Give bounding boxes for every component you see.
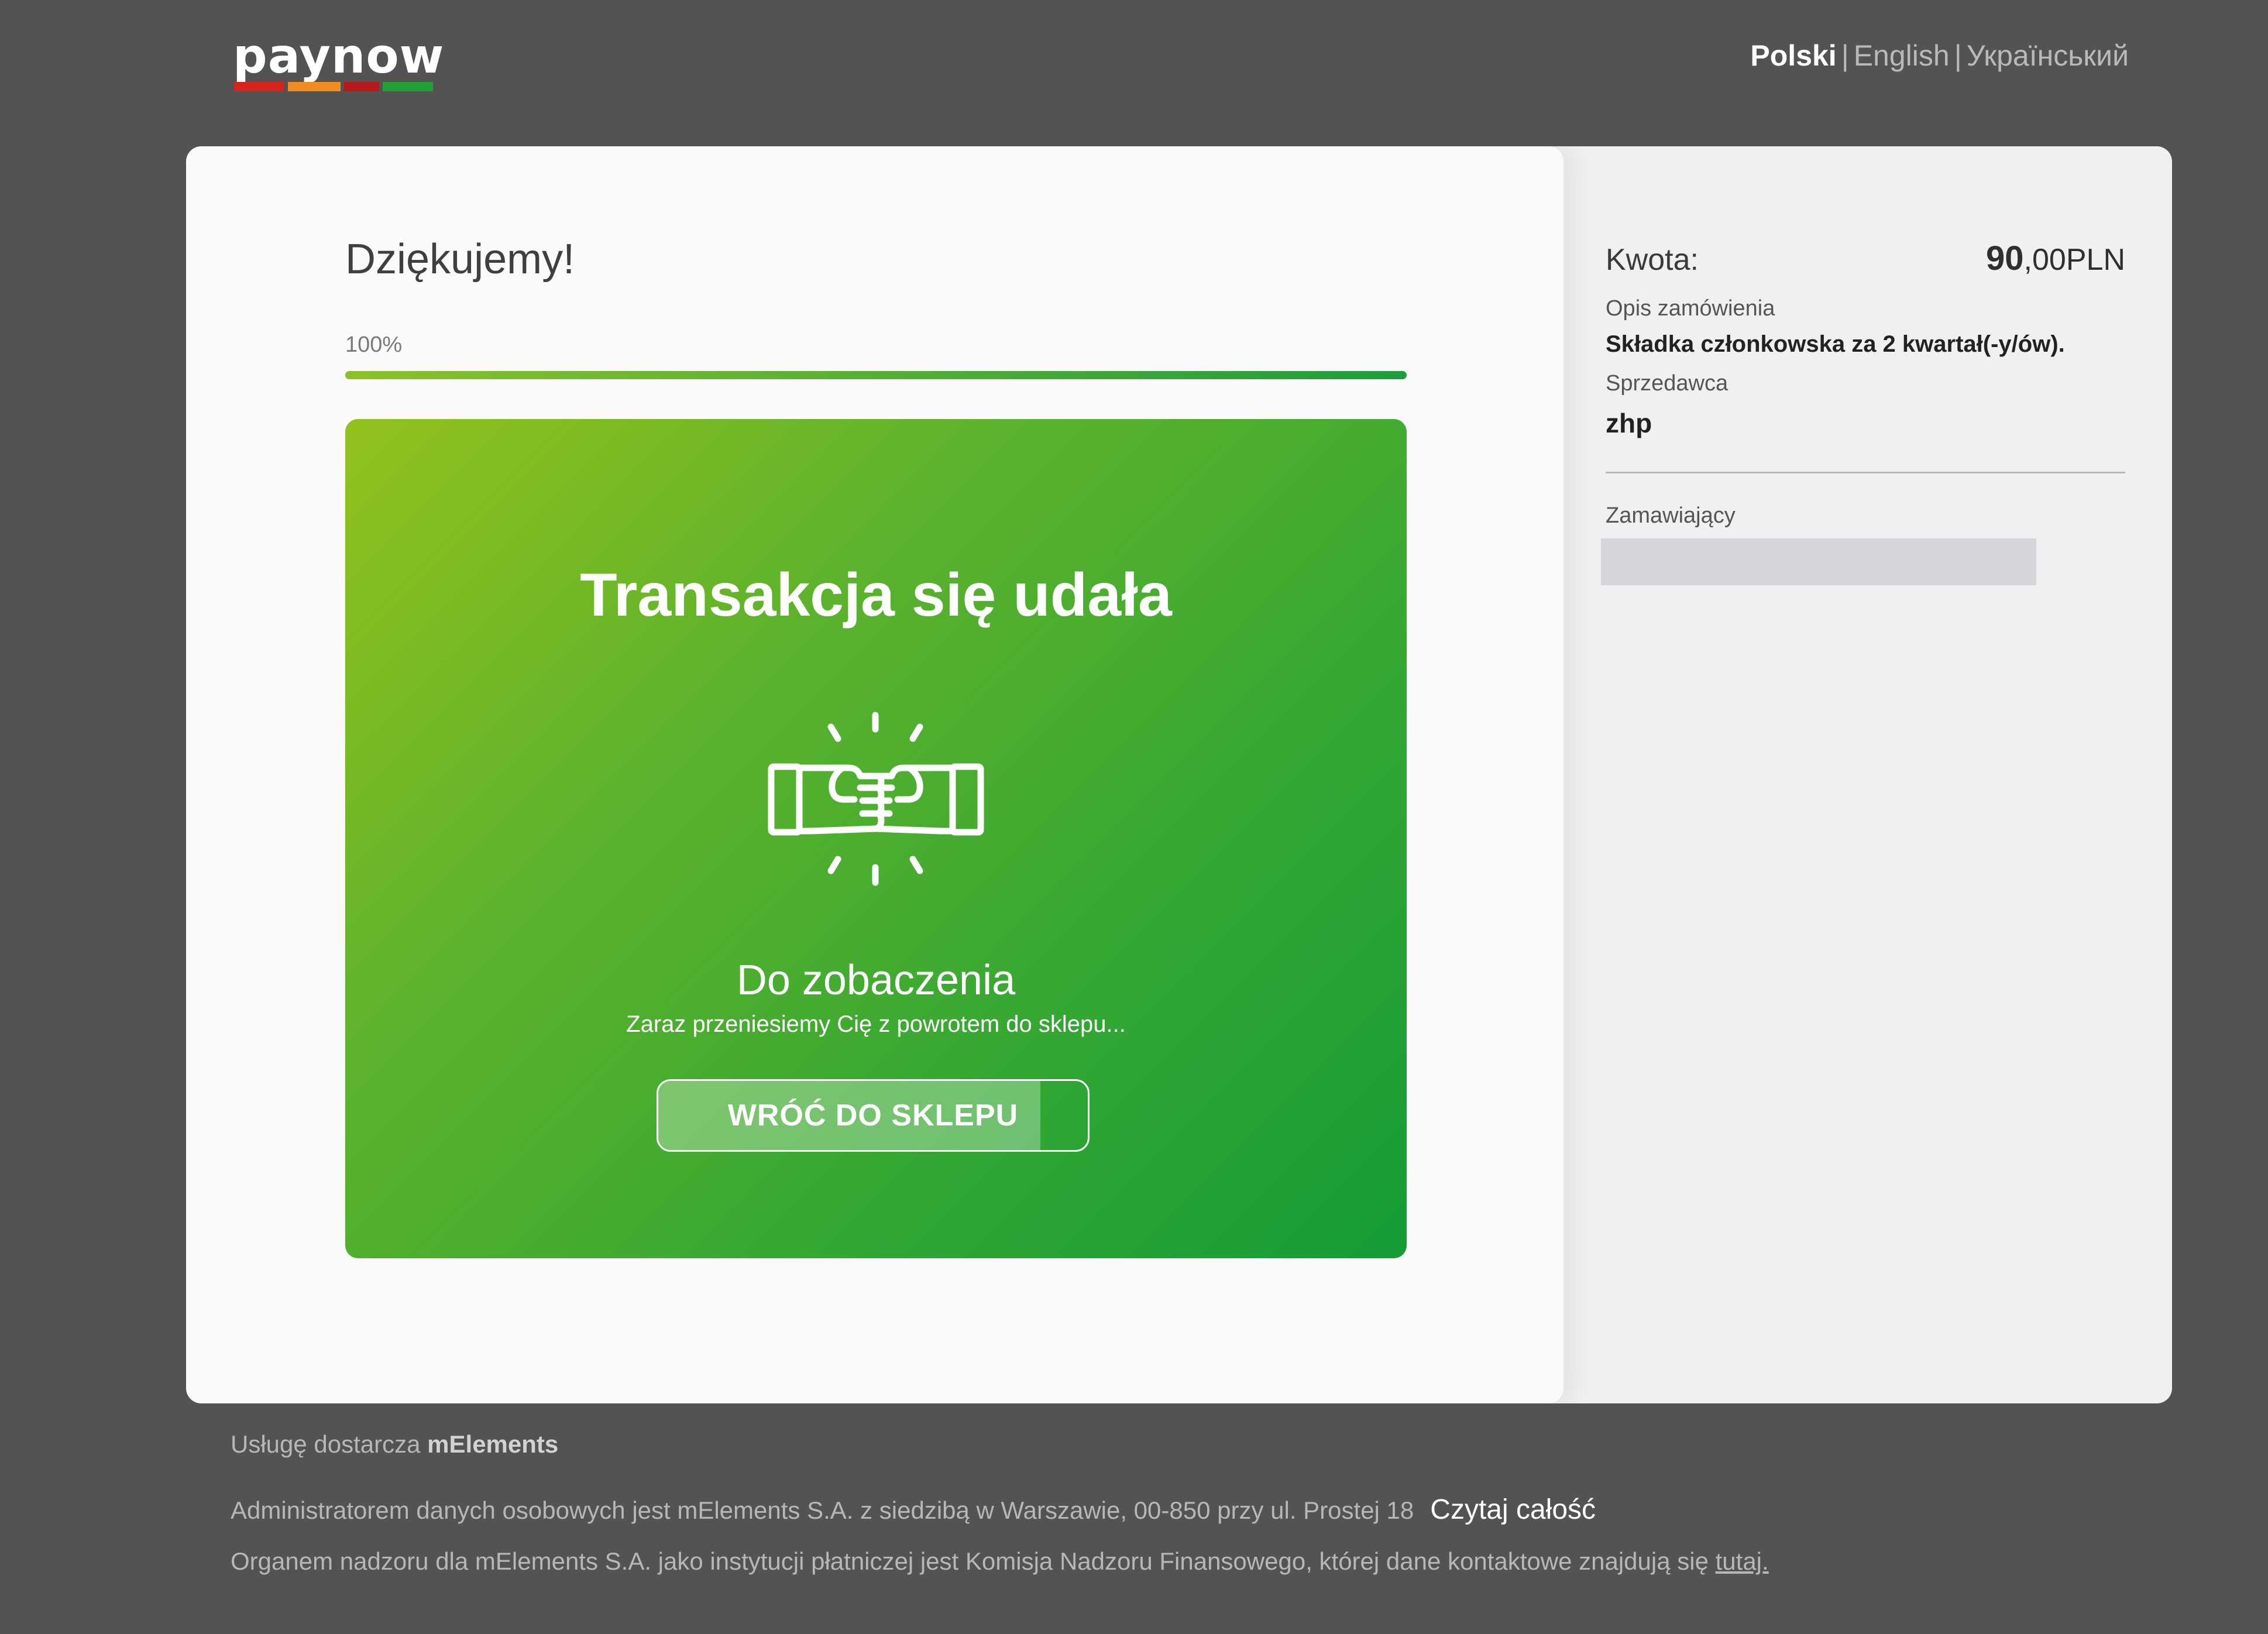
amount-integer: 90 bbox=[1986, 239, 2024, 277]
redirect-message: Zaraz przeniesiemy Cię z powrotem do skl… bbox=[626, 1011, 1126, 1037]
lang-english[interactable]: English bbox=[1854, 39, 1950, 72]
footer-admin: Administratorem danych osobowych jest mE… bbox=[231, 1494, 1596, 1526]
orderer-redacted-field bbox=[1601, 538, 2036, 585]
here-link[interactable]: tutaj. bbox=[1716, 1547, 1769, 1575]
logo-bar-darkred bbox=[343, 82, 380, 91]
return-to-shop-button[interactable]: WRÓĆ DO SKLEPU bbox=[657, 1079, 1090, 1152]
success-title: Transakcja się udała bbox=[580, 561, 1172, 629]
footer-provider: Usługę dostarcza mElements bbox=[231, 1430, 558, 1458]
lang-separator: | bbox=[1954, 39, 1962, 72]
amount-label: Kwota: bbox=[1606, 243, 1699, 277]
paynow-logo[interactable]: paynow bbox=[233, 30, 444, 95]
provider-name: mElements bbox=[427, 1430, 559, 1458]
orderer-label: Zamawiający bbox=[1606, 503, 1736, 528]
read-all-link[interactable]: Czytaj całość bbox=[1430, 1494, 1596, 1525]
provider-prefix: Usługę dostarcza bbox=[231, 1430, 421, 1458]
lang-polski[interactable]: Polski bbox=[1750, 39, 1836, 72]
amount-value: 90,00PLN bbox=[1986, 239, 2125, 278]
status-panel: Dziękujemy! 100% Transakcja się udała Do… bbox=[186, 146, 1563, 1403]
summary-divider bbox=[1606, 472, 2125, 473]
logo-text: paynow bbox=[233, 29, 445, 84]
description-label: Opis zamówienia bbox=[1606, 296, 1775, 321]
success-box: Transakcja się udała Do zobaczenia Zaraz… bbox=[345, 419, 1407, 1258]
admin-text: Administratorem danych osobowych jest mE… bbox=[231, 1496, 1414, 1524]
payment-card: Dziękujemy! 100% Transakcja się udała Do… bbox=[186, 146, 2172, 1403]
language-switcher: Polski | English | Український bbox=[1750, 39, 2129, 73]
description-value: Składka członkowska za 2 kwartał(-y/ów). bbox=[1606, 331, 2065, 357]
seller-value: zhp bbox=[1606, 408, 1652, 438]
logo-bar-green bbox=[383, 82, 433, 91]
progress-bar bbox=[345, 371, 1407, 379]
success-subtitle: Do zobaczenia bbox=[736, 957, 1016, 1004]
seller-label: Sprzedawca bbox=[1606, 371, 1729, 396]
amount-fraction: ,00PLN bbox=[2023, 243, 2125, 277]
logo-color-bars bbox=[234, 82, 437, 91]
progress-percent: 100% bbox=[345, 332, 403, 357]
footer-supervision: Organem nadzoru dla mElements S.A. jako … bbox=[231, 1547, 1769, 1575]
fist-bump-icon bbox=[767, 712, 985, 886]
supervision-text: Organem nadzoru dla mElements S.A. jako … bbox=[231, 1547, 1709, 1575]
page-title: Dziękujemy! bbox=[345, 236, 575, 283]
logo-bar-orange bbox=[287, 82, 341, 91]
lang-separator: | bbox=[1841, 39, 1849, 72]
return-to-shop-label: WRÓĆ DO SKLEPU bbox=[727, 1099, 1019, 1132]
lang-ukrainian[interactable]: Український bbox=[1967, 39, 2129, 72]
progress-bar-fill bbox=[345, 371, 1407, 379]
logo-bar-red bbox=[234, 82, 284, 91]
